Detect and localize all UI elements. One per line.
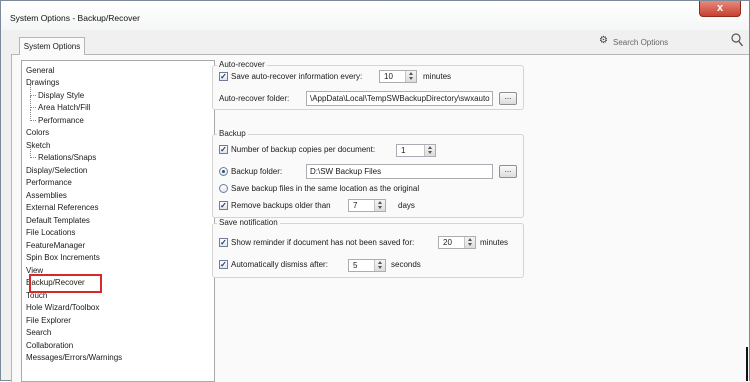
search-options[interactable]: ⚙ Search Options (597, 33, 747, 50)
tree-item-label: Area Hatch/Fill (38, 103, 91, 112)
tree-item-hole-wizard-toolbox[interactable]: Hole Wizard/Toolbox (26, 302, 99, 314)
spinner-arrows[interactable] (424, 145, 435, 156)
spin-up-icon[interactable] (468, 238, 472, 241)
tree-item-label: Display Style (38, 91, 85, 100)
auto-recover-interval-spinner[interactable]: 10 (379, 70, 417, 83)
tree-connector (30, 96, 36, 108)
tree-item-display-style[interactable]: Display Style (30, 84, 85, 102)
tree-item-performance[interactable]: Performance (26, 177, 72, 189)
backup-copies-checkbox[interactable]: ✓ (219, 145, 228, 154)
spin-down-icon[interactable] (378, 206, 382, 209)
tree-item-touch[interactable]: Touch (26, 290, 47, 302)
tree-item-assemblies[interactable]: Assemblies (26, 190, 67, 202)
save-reminder-unit: minutes (480, 238, 509, 247)
tree-item-featuremanager[interactable]: FeatureManager (26, 240, 85, 252)
spinner-arrows[interactable] (464, 237, 475, 248)
auto-dismiss-spinner[interactable]: 5 (348, 259, 386, 272)
tab-system-options[interactable]: System Options (19, 37, 85, 55)
backup-folder-radio[interactable] (219, 167, 228, 176)
remove-backups-label: Remove backups older than (231, 201, 331, 210)
auto-dismiss-label: Automatically dismiss after: (231, 260, 328, 269)
save-reminder-value[interactable]: 20 (443, 238, 452, 248)
backup-folder-field[interactable]: D:\SW Backup Files (306, 164, 493, 179)
spin-down-icon[interactable] (468, 243, 472, 246)
title-bar: System Options - Backup/Recover x (1, 1, 749, 30)
tree-item-label: Relations/Snaps (38, 153, 97, 162)
save-auto-recover-label: Save auto-recover information every: (231, 72, 363, 81)
auto-recover-interval-value[interactable]: 10 (384, 72, 393, 82)
tree-item-area-hatch-fill[interactable]: Area Hatch/Fill (30, 96, 91, 114)
spin-up-icon[interactable] (378, 201, 382, 204)
save-reminder-label: Show reminder if document has not been s… (231, 238, 415, 247)
auto-dismiss-unit: seconds (391, 260, 421, 269)
save-notification-group: Save notification ✓ Show reminder if doc… (212, 218, 524, 278)
remove-backups-unit: days (398, 201, 415, 210)
spin-up-icon[interactable] (378, 261, 382, 264)
remove-backups-checkbox[interactable]: ✓ (219, 201, 228, 210)
backup-title: Backup (217, 129, 248, 138)
tree-item-general[interactable]: General (26, 65, 54, 77)
spin-up-icon[interactable] (409, 72, 413, 75)
tree-item-search[interactable]: Search (26, 327, 51, 339)
spin-down-icon[interactable] (409, 77, 413, 80)
spin-down-icon[interactable] (378, 266, 382, 269)
save-reminder-spinner[interactable]: 20 (438, 236, 476, 249)
backup-copies-spinner[interactable]: 1 (396, 144, 436, 157)
auto-recover-folder-label: Auto-recover folder: (219, 94, 290, 103)
gear-icon[interactable]: ⚙ (599, 35, 608, 46)
save-auto-recover-checkbox[interactable]: ✓ (219, 72, 228, 81)
tree-item-external-references[interactable]: External References (26, 202, 98, 214)
spin-down-icon[interactable] (428, 151, 432, 154)
spinner-arrows[interactable] (374, 200, 385, 211)
auto-recover-title: Auto-recover (217, 60, 267, 69)
auto-dismiss-value[interactable]: 5 (353, 261, 357, 271)
tree-item-collaboration[interactable]: Collaboration (26, 340, 73, 352)
search-input[interactable]: Search Options (613, 38, 668, 47)
close-button[interactable]: x (699, 1, 741, 17)
tree-item-label: Performance (38, 116, 84, 125)
tree-item-drawings-performance[interactable]: Performance (30, 109, 84, 127)
remove-backups-spinner[interactable]: 7 (348, 199, 386, 212)
backup-copies-value[interactable]: 1 (401, 146, 405, 156)
tree-item-file-explorer[interactable]: File Explorer (26, 315, 71, 327)
same-location-radio[interactable] (219, 184, 228, 193)
tree-item-relations-snaps[interactable]: Relations/Snaps (30, 146, 97, 164)
tree-item-display-selection[interactable]: Display/Selection (26, 165, 87, 177)
spin-up-icon[interactable] (428, 146, 432, 149)
tree-connector (30, 84, 36, 96)
window-edge (746, 347, 748, 381)
tree-connector (30, 146, 36, 158)
save-reminder-checkbox[interactable]: ✓ (219, 238, 228, 247)
tree-item-spin-box-increments[interactable]: Spin Box Increments (26, 252, 100, 264)
spinner-arrows[interactable] (374, 260, 385, 271)
system-options-window: System Options - Backup/Recover x System… (0, 0, 750, 382)
auto-dismiss-checkbox[interactable]: ✓ (219, 260, 228, 269)
auto-recover-group: Auto-recover ✓ Save auto-recover informa… (212, 60, 524, 110)
close-icon: x (716, 2, 724, 14)
backup-copies-label: Number of backup copies per document: (231, 145, 376, 154)
search-icon[interactable] (731, 33, 743, 47)
options-content: General Drawings Display Style Area Hatc… (11, 54, 749, 382)
tree-item-file-locations[interactable]: File Locations (26, 227, 75, 239)
window-title: System Options - Backup/Recover (10, 13, 140, 23)
spinner-arrows[interactable] (405, 71, 416, 82)
backup-folder-label: Backup folder: (231, 167, 283, 176)
backup-group: Backup ✓ Number of backup copies per doc… (212, 129, 524, 218)
auto-recover-interval-unit: minutes (423, 72, 452, 81)
options-tree[interactable]: General Drawings Display Style Area Hatc… (21, 60, 215, 382)
tree-item-default-templates[interactable]: Default Templates (26, 215, 90, 227)
tree-item-colors[interactable]: Colors (26, 127, 49, 139)
auto-recover-browse-button[interactable]: ... (499, 92, 517, 105)
tree-item-backup-recover[interactable]: Backup/Recover (26, 277, 89, 289)
same-location-label: Save backup files in the same location a… (231, 184, 420, 193)
remove-backups-value[interactable]: 7 (353, 201, 357, 211)
tree-item-view[interactable]: View (26, 265, 43, 277)
save-notification-title: Save notification (217, 218, 280, 227)
tree-item-messages-errors-warnings[interactable]: Messages/Errors/Warnings (26, 352, 122, 364)
tree-connector (30, 109, 36, 121)
auto-recover-folder-field[interactable]: \AppData\Local\TempSWBackupDirectory\swx… (306, 91, 493, 106)
backup-browse-button[interactable]: ... (499, 165, 517, 178)
